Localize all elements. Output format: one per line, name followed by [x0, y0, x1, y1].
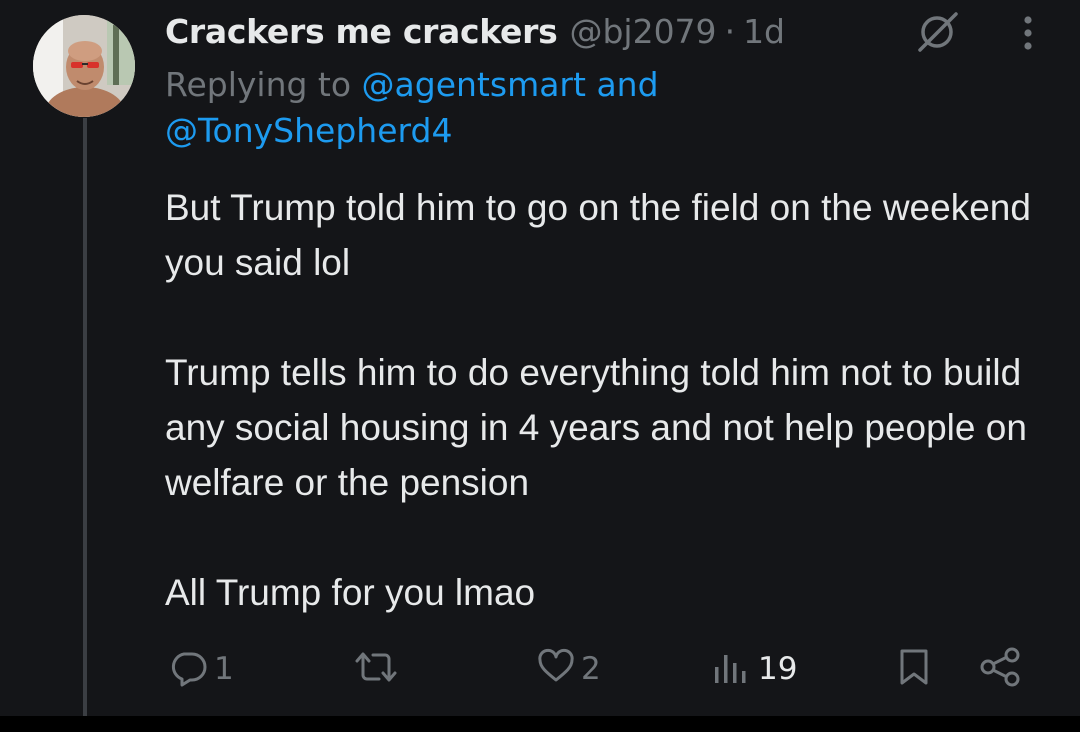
replying-to: Replying to @agentsmart and @TonyShepher… — [165, 62, 905, 154]
tweet-paragraph: All Trump for you lmao — [165, 572, 536, 613]
mention-agentsmart[interactable]: @agentsmart — [362, 65, 586, 104]
share-icon — [978, 647, 1024, 691]
tweet-body: But Trump told him to go on the field on… — [165, 180, 1045, 620]
like-count: 2 — [581, 651, 601, 687]
like-button[interactable]: 2 — [537, 640, 601, 698]
reply-button[interactable]: 1 — [168, 640, 234, 698]
reply-icon — [168, 647, 208, 691]
avatar[interactable] — [33, 15, 135, 117]
tweet-paragraph: Trump tells him to do everything told hi… — [165, 352, 1027, 503]
replying-prefix: Replying to — [165, 65, 352, 104]
action-bar: 1 2 19 — [0, 640, 1080, 698]
heart-icon — [537, 647, 575, 691]
grok-icon[interactable] — [912, 10, 962, 54]
tweet-header: Crackers me crackers @bj2079 · 1d — [165, 8, 785, 54]
views-button[interactable]: 19 — [712, 640, 797, 698]
tweet-paragraph: But Trump told him to go on the field on… — [165, 187, 1031, 283]
bottom-edge — [0, 716, 1080, 732]
replying-and: and — [596, 65, 659, 104]
separator-dot: · — [724, 11, 736, 51]
reply-count: 1 — [214, 651, 234, 687]
views-icon — [712, 647, 748, 691]
timestamp[interactable]: 1d — [743, 12, 785, 51]
display-name[interactable]: Crackers me crackers — [165, 12, 558, 51]
share-button[interactable] — [978, 640, 1024, 698]
views-count: 19 — [758, 651, 798, 687]
tweet[interactable]: Crackers me crackers @bj2079 · 1d Replyi… — [0, 0, 1080, 732]
retweet-icon — [353, 647, 399, 691]
bookmark-icon — [897, 647, 931, 691]
mention-tonyshepherd4[interactable]: @TonyShepherd4 — [165, 111, 452, 150]
retweet-button[interactable] — [353, 640, 405, 698]
bookmark-button[interactable] — [897, 640, 931, 698]
user-handle[interactable]: @bj2079 — [569, 12, 716, 51]
more-vertical-icon[interactable] — [1010, 10, 1046, 54]
